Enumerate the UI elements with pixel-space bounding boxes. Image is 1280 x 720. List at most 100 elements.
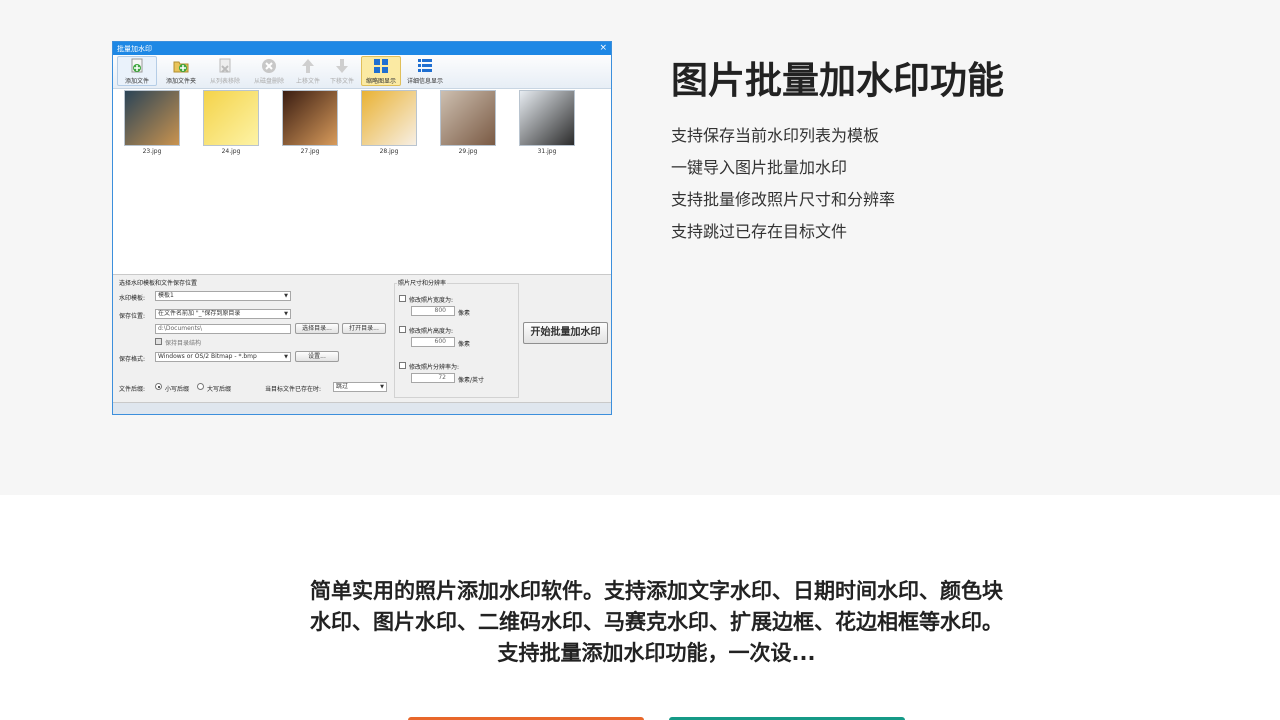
chevron-down-icon: ▼ <box>284 311 288 317</box>
add-folder-button[interactable]: 添加文件夹 <box>161 56 201 86</box>
height-unit: 像素 <box>458 341 471 348</box>
settings-panel: 选择水印模板和文件保存位置 水印模板: 模板1 ▼ 保存位置: 在文件名前加 "… <box>113 274 611 402</box>
feature-item: 支持批量修改照片尺寸和分辨率 <box>671 190 896 209</box>
thumbnail-list: 23.jpg 24.jpg 27.jpg 28.jpg 29.jpg 31.jp… <box>113 90 611 274</box>
remove-from-list-icon <box>216 58 234 74</box>
dpi-checkbox[interactable] <box>399 362 406 369</box>
status-bar <box>113 402 611 414</box>
format-label: 保存格式: <box>119 356 146 363</box>
ext-lower-label: 小写后缀 <box>165 386 190 393</box>
keep-structure-checkbox[interactable] <box>155 338 162 345</box>
template-label: 水印模板: <box>119 295 146 302</box>
format-select[interactable]: Windows or OS/2 Bitmap - *.bmp ▼ <box>155 352 291 362</box>
feature-item: 支持保存当前水印列表为模板 <box>671 126 880 145</box>
choose-dir-button[interactable]: 选择目录... <box>295 323 339 334</box>
width-value: 800 <box>434 307 446 314</box>
app-window-screenshot: 批量加水印 × 添加文件 添加文件夹 从列表移除 从磁盘删除 上移文件 下移文件… <box>112 41 612 415</box>
format-settings-button[interactable]: 设置... <box>295 351 339 362</box>
delete-from-disk-label: 从磁盘删除 <box>253 78 284 85</box>
thumbnail-view-button[interactable]: 缩略图显示 <box>361 56 401 86</box>
move-up-button[interactable]: 上移文件 <box>293 56 323 86</box>
format-value: Windows or OS/2 Bitmap - *.bmp <box>158 353 257 360</box>
exists-select[interactable]: 跳过 ▼ <box>333 382 387 392</box>
template-value: 模板1 <box>158 292 174 299</box>
thumbnail-filename: 23.jpg <box>142 148 162 155</box>
height-checkbox[interactable] <box>399 326 406 333</box>
thumbnail-image <box>440 90 496 146</box>
delete-from-disk-button[interactable]: 从磁盘删除 <box>249 56 289 86</box>
move-up-label: 上移文件 <box>295 78 320 85</box>
thumbnail-item[interactable]: 28.jpg <box>361 90 417 155</box>
resize-group-title: 照片尺寸和分辨率 <box>397 278 448 287</box>
thumbnail-view-icon <box>372 58 390 74</box>
save-path-input[interactable]: d:\Documents\ <box>155 324 291 334</box>
add-folder-icon <box>172 58 190 74</box>
close-icon[interactable]: × <box>599 44 607 53</box>
window-titlebar: 批量加水印 × <box>113 42 611 55</box>
delete-from-disk-icon <box>260 58 278 74</box>
thumbnail-item[interactable]: 27.jpg <box>282 90 338 155</box>
start-watermark-button[interactable]: 开始批量加水印 <box>523 322 608 344</box>
template-select[interactable]: 模板1 ▼ <box>155 291 291 301</box>
thumbnail-item[interactable]: 29.jpg <box>440 90 496 155</box>
thumbnail-view-label: 缩略图显示 <box>365 78 396 85</box>
dpi-label: 修改照片分辨率为: <box>409 364 460 371</box>
feature-title: 图片批量加水印功能 <box>671 59 1004 102</box>
exists-label: 当目标文件已存在时: <box>265 386 322 393</box>
open-dir-button[interactable]: 打开目录... <box>342 323 386 334</box>
thumbnail-item[interactable]: 31.jpg <box>519 90 575 155</box>
feature-item: 一键导入图片批量加水印 <box>671 158 848 177</box>
settings-group-title: 选择水印模板和文件保存位置 <box>119 280 198 287</box>
feature-list: 支持保存当前水印列表为模板 一键导入图片批量加水印 支持批量修改照片尺寸和分辨率… <box>671 120 895 248</box>
height-input[interactable]: 600 <box>411 337 455 347</box>
thumbnail-image <box>203 90 259 146</box>
move-down-label: 下移文件 <box>329 78 354 85</box>
ext-upper-label: 大写后缀 <box>207 386 232 393</box>
product-description: 简单实用的照片添加水印软件。支持添加文字水印、日期时间水印、颜色块水印、图片水印… <box>310 579 1003 665</box>
thumbnail-image <box>361 90 417 146</box>
details-view-button[interactable]: 详细信息显示 <box>405 56 445 86</box>
exists-value: 跳过 <box>336 383 349 390</box>
thumbnail-image <box>124 90 180 146</box>
save-location-value: 在文件名前加 "_"保存到原目录 <box>158 310 241 317</box>
chevron-down-icon: ▼ <box>284 354 288 360</box>
dpi-unit: 像素/英寸 <box>458 377 485 384</box>
dpi-value: 72 <box>438 374 446 381</box>
move-down-icon <box>333 58 351 74</box>
thumbnail-filename: 24.jpg <box>221 148 241 155</box>
width-unit: 像素 <box>458 310 471 317</box>
chevron-down-icon: ▼ <box>284 293 288 299</box>
width-label: 修改照片宽度为: <box>409 297 454 304</box>
feature-item: 支持跳过已存在目标文件 <box>671 222 848 241</box>
details-view-label: 详细信息显示 <box>406 78 443 85</box>
thumbnail-item[interactable]: 23.jpg <box>124 90 180 155</box>
chevron-down-icon: ▼ <box>380 384 384 390</box>
remove-from-list-button[interactable]: 从列表移除 <box>205 56 245 86</box>
move-down-button[interactable]: 下移文件 <box>327 56 357 86</box>
thumbnail-filename: 31.jpg <box>537 148 557 155</box>
width-input[interactable]: 800 <box>411 306 455 316</box>
height-value: 600 <box>434 338 446 345</box>
add-folder-label: 添加文件夹 <box>165 78 196 85</box>
add-file-button[interactable]: 添加文件 <box>117 56 157 86</box>
height-label: 修改照片高度为: <box>409 328 454 335</box>
save-location-select[interactable]: 在文件名前加 "_"保存到原目录 ▼ <box>155 309 291 319</box>
thumbnail-image <box>282 90 338 146</box>
move-up-icon <box>299 58 317 74</box>
save-location-label: 保存位置: <box>119 313 146 320</box>
width-checkbox[interactable] <box>399 295 406 302</box>
keep-structure-label: 保持目录结构 <box>165 340 202 347</box>
dpi-input[interactable]: 72 <box>411 373 455 383</box>
window-title: 批量加水印 <box>117 44 152 53</box>
ext-label: 文件后缀: <box>119 386 146 393</box>
thumbnail-item[interactable]: 24.jpg <box>203 90 259 155</box>
details-view-icon <box>416 58 434 74</box>
thumbnail-filename: 28.jpg <box>379 148 399 155</box>
ext-lower-radio[interactable] <box>155 383 162 390</box>
ext-upper-radio[interactable] <box>197 383 204 390</box>
toolbar: 添加文件 添加文件夹 从列表移除 从磁盘删除 上移文件 下移文件 缩略图显示 详… <box>113 55 611 89</box>
thumbnail-filename: 27.jpg <box>300 148 320 155</box>
thumbnail-image <box>519 90 575 146</box>
thumbnail-filename: 29.jpg <box>458 148 478 155</box>
save-path-value: d:\Documents\ <box>158 325 203 332</box>
